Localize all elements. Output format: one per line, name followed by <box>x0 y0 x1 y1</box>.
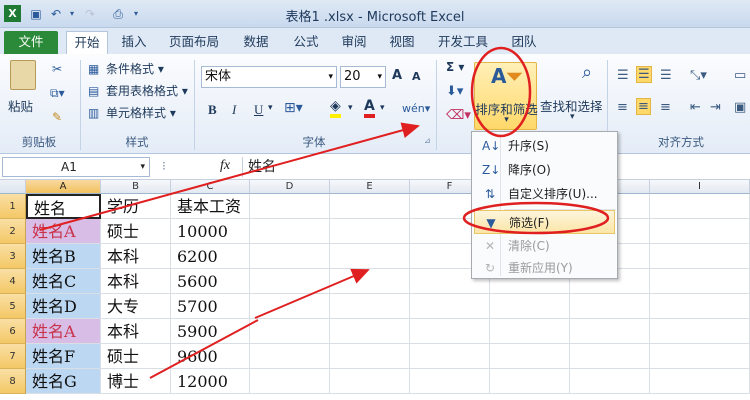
annotation-overlay <box>39 46 610 379</box>
arrow-to-ribbon <box>39 122 420 231</box>
arrow-from-bottom <box>149 319 259 379</box>
arrow-middle <box>254 268 370 319</box>
filter-item-highlight-ellipse <box>462 201 610 235</box>
sort-button-highlight-ellipse <box>470 46 532 138</box>
